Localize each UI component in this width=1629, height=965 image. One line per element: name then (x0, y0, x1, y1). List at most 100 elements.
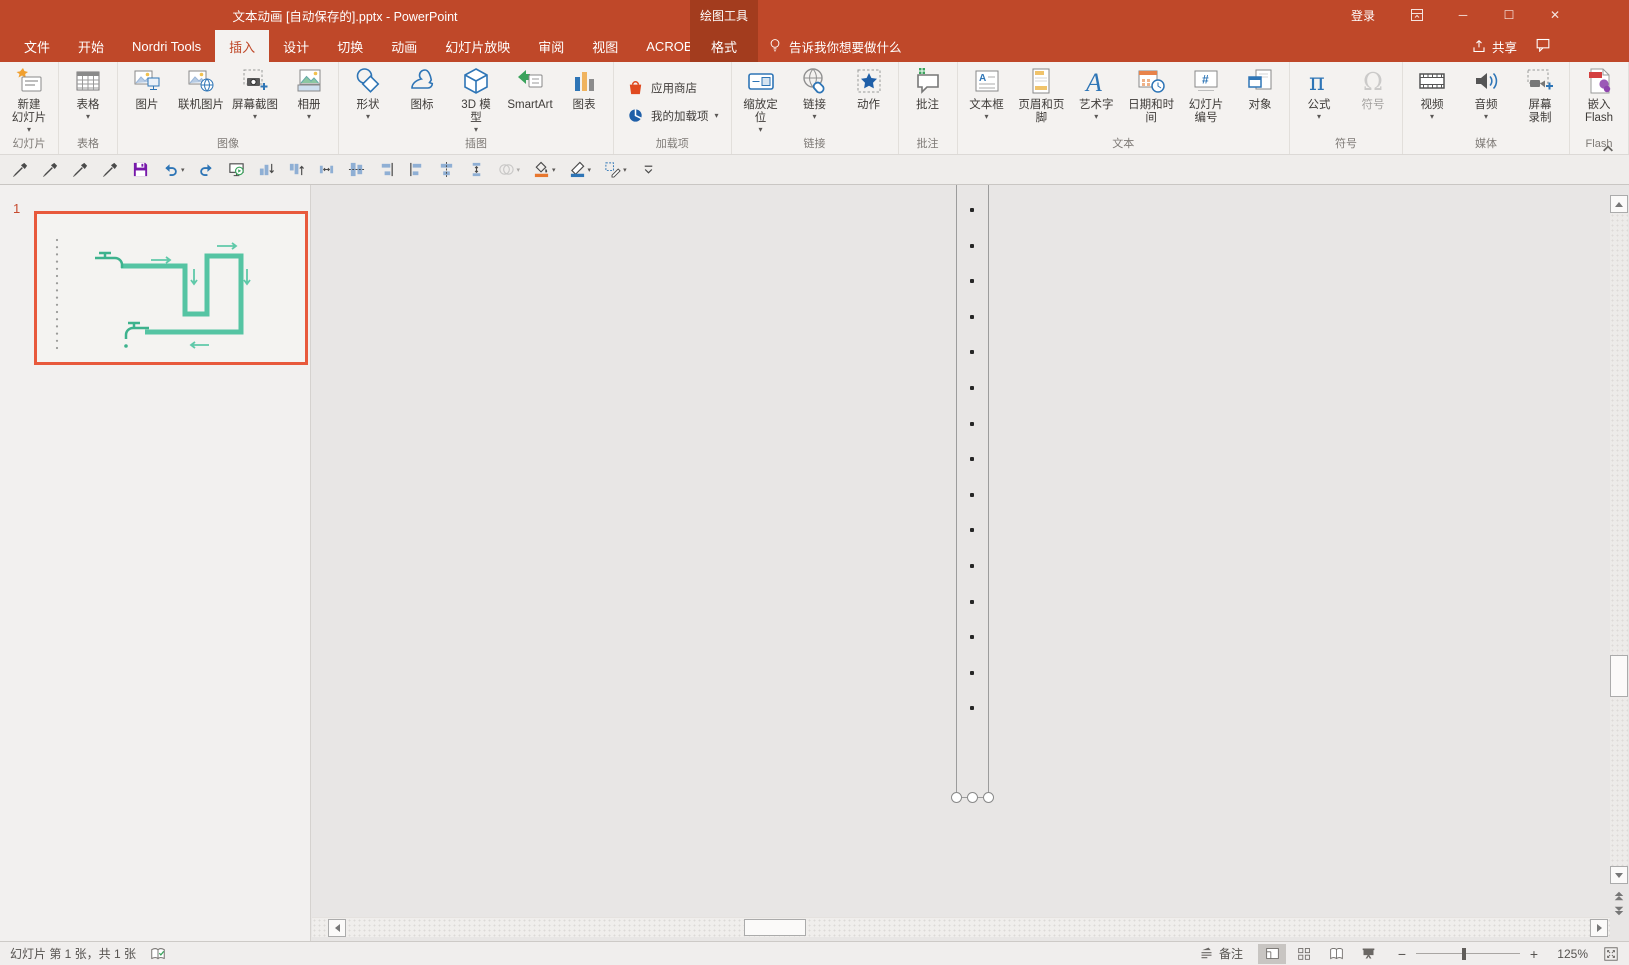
video-button[interactable]: 视频▾ (1405, 62, 1459, 121)
align-left-button[interactable] (408, 161, 425, 178)
shape-fill-button[interactable]: ▾ (533, 161, 556, 178)
scroll-right-button[interactable] (1590, 919, 1608, 937)
collapse-ribbon-icon[interactable] (1601, 140, 1615, 151)
zoom-link-button[interactable]: 缩放定 位▾ (734, 62, 788, 134)
icons-button[interactable]: 图标 (395, 62, 449, 112)
ribbon-group-label: 批注 (901, 137, 955, 154)
object-button[interactable]: 对象 (1233, 62, 1287, 112)
tab-format[interactable]: 格式 (690, 30, 758, 62)
store-button[interactable]: 应用商店 (626, 78, 719, 97)
zoom-slider-thumb[interactable] (1462, 948, 1466, 960)
share-button[interactable]: 共享 (1471, 37, 1517, 56)
ribbon-group-label: 媒体 (1405, 137, 1567, 154)
link-button[interactable]: 链接▾ (788, 62, 842, 121)
redo-button[interactable] (198, 161, 215, 178)
text-box-button[interactable]: A文本框▾ (960, 62, 1014, 121)
tab-审阅[interactable]: 审阅 (524, 30, 578, 62)
normal-view-button[interactable] (1258, 944, 1286, 964)
reading-view-button[interactable] (1322, 944, 1350, 964)
align-top-button[interactable] (288, 161, 305, 178)
action-button[interactable]: 动作 (842, 62, 896, 112)
screen-recording-button[interactable]: 屏幕 录制 (1513, 62, 1567, 125)
eyedropper-button[interactable] (12, 161, 29, 178)
sign-in-link[interactable]: 登录 (1351, 7, 1375, 24)
zoom-slider[interactable] (1416, 947, 1520, 961)
align-bottom-button[interactable] (258, 161, 275, 178)
comments-icon[interactable] (1535, 37, 1551, 55)
tab-动画[interactable]: 动画 (377, 30, 431, 62)
shapes-button[interactable]: 形状▾ (341, 62, 395, 121)
horizontal-scroll-thumb[interactable] (744, 919, 806, 936)
notes-button[interactable]: 备注 (1199, 945, 1243, 962)
tell-me-box[interactable]: 告诉我你想要做什么 (768, 30, 902, 62)
selection-handle[interactable] (951, 792, 962, 803)
minimize-icon[interactable]: ─ (1455, 7, 1471, 23)
scroll-up-button[interactable] (1610, 195, 1628, 213)
wordart-button[interactable]: A艺术字▾ (1069, 62, 1123, 121)
my-add-ins-button[interactable]: 我的加载项▾ (626, 106, 719, 125)
smartart-button[interactable]: SmartArt (503, 62, 557, 112)
new-slide-button[interactable]: 新建 幻灯片▾ (2, 62, 56, 134)
ribbon-display-options-icon[interactable] (1409, 7, 1425, 23)
scroll-down-button[interactable] (1610, 866, 1628, 884)
save-button[interactable] (132, 161, 149, 178)
chart-button[interactable]: 图表 (557, 62, 611, 112)
tab-切换[interactable]: 切换 (323, 30, 377, 62)
zoom-level[interactable]: 125% (1554, 947, 1588, 961)
selection-handle[interactable] (983, 792, 994, 803)
screenshot-button[interactable]: 屏幕截图▾ (228, 62, 282, 121)
shape-outline-button[interactable]: ▾ (569, 161, 592, 178)
photo-album-button[interactable]: 相册▾ (282, 62, 336, 121)
tab-视图[interactable]: 视图 (578, 30, 632, 62)
normal-view-icon (1265, 946, 1280, 961)
tab-文件[interactable]: 文件 (10, 30, 64, 62)
fit-to-window-icon[interactable] (1603, 946, 1619, 962)
table-button[interactable]: 表格▾ (61, 62, 115, 121)
slide-canvas[interactable] (312, 185, 1629, 941)
next-slide-button[interactable] (1610, 904, 1628, 918)
tab-插入[interactable]: 插入 (215, 30, 269, 62)
slide-1-thumbnail[interactable] (34, 211, 308, 365)
eyedropper-button[interactable] (102, 161, 119, 178)
audio-button[interactable]: 音频▾ (1459, 62, 1513, 121)
zoom-out-button[interactable]: − (1397, 946, 1407, 962)
equation-button[interactable]: π公式▾ (1292, 62, 1346, 121)
distribute-vertical-button[interactable] (468, 161, 485, 178)
drawing-tools-label: 绘图工具 (690, 0, 758, 30)
spell-check-icon[interactable] (150, 946, 166, 962)
close-icon[interactable]: ✕ (1547, 7, 1563, 23)
scroll-left-button[interactable] (328, 919, 346, 937)
ribbon-group-label: 表格 (61, 137, 115, 154)
tab-Nordri Tools[interactable]: Nordri Tools (118, 30, 215, 62)
align-right-button[interactable] (378, 161, 395, 178)
previous-slide-button[interactable] (1610, 889, 1628, 903)
slide-number-button[interactable]: #幻灯片 编号 (1179, 62, 1233, 125)
align-center-button[interactable] (438, 161, 455, 178)
tab-幻灯片放映[interactable]: 幻灯片放映 (431, 30, 524, 62)
vertical-scroll-track[interactable] (1610, 213, 1628, 866)
zoom-in-button[interactable]: + (1529, 946, 1539, 962)
edit-shape-button[interactable]: ▾ (604, 161, 627, 178)
slideshow-button[interactable] (1354, 944, 1382, 964)
vertical-scroll-thumb[interactable] (1610, 655, 1628, 697)
tab-开始[interactable]: 开始 (64, 30, 118, 62)
maximize-icon[interactable]: ☐ (1501, 7, 1517, 23)
qat-overflow-button[interactable] (640, 161, 657, 178)
picture-button[interactable]: 图片 (120, 62, 174, 112)
embed-flash-button[interactable]: 嵌入 Flash (1572, 62, 1626, 125)
photo-album-icon (293, 65, 325, 97)
distribute-horizontal-button[interactable] (318, 161, 335, 178)
tab-设计[interactable]: 设计 (269, 30, 323, 62)
eyedropper-button[interactable] (72, 161, 89, 178)
undo-button[interactable]: ▾ (162, 161, 185, 178)
3d-models-button[interactable]: 3D 模 型▾ (449, 62, 503, 134)
slide-sorter-button[interactable] (1290, 944, 1318, 964)
comment-button[interactable]: 批注 (901, 62, 955, 112)
date-time-button[interactable]: 日期和时间 (1123, 62, 1179, 125)
selection-handle[interactable] (967, 792, 978, 803)
header-footer-button[interactable]: 页眉和页脚 (1014, 62, 1070, 125)
present-current-button[interactable] (228, 161, 245, 178)
eyedropper-button[interactable] (42, 161, 59, 178)
align-middle-button[interactable] (348, 161, 365, 178)
online-pictures-button[interactable]: 联机图片 (174, 62, 228, 112)
